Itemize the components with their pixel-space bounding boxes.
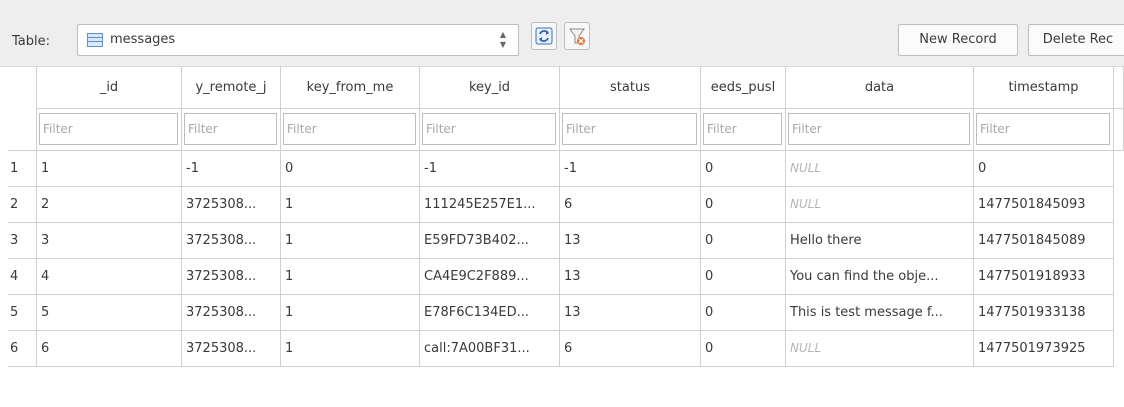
cell-timestamp[interactable]: 1477501845089: [974, 223, 1114, 259]
cell-needs-push[interactable]: 0: [701, 223, 786, 259]
cell-needs-push[interactable]: 0: [701, 187, 786, 223]
column-header-needs-push[interactable]: eeds_pusl: [701, 67, 786, 109]
cell-data[interactable]: NULL: [786, 331, 974, 367]
cell-timestamp[interactable]: 1477501845093: [974, 187, 1114, 223]
row-number[interactable]: 6: [8, 331, 37, 367]
cell-key-from-me[interactable]: 1: [281, 259, 420, 295]
cell-key-id[interactable]: 111245E257E1...: [420, 187, 560, 223]
filter-input-key-remote-jid[interactable]: [184, 113, 277, 145]
cell-status[interactable]: 13: [560, 259, 701, 295]
filter-input-timestamp[interactable]: [976, 113, 1110, 145]
filter-cell: [281, 109, 420, 151]
row-number[interactable]: 3: [8, 223, 37, 259]
cell-status[interactable]: 13: [560, 223, 701, 259]
column-header-id[interactable]: _id: [37, 67, 182, 109]
row-number[interactable]: 1: [8, 151, 37, 187]
new-record-button[interactable]: New Record: [898, 24, 1018, 56]
cell-timestamp[interactable]: 1477501918933: [974, 259, 1114, 295]
filter-cell: [786, 109, 974, 151]
refresh-icon: [535, 27, 553, 45]
cell-key-id[interactable]: call:7A00BF31...: [420, 331, 560, 367]
column-header-key-from-me[interactable]: key_from_me: [281, 67, 420, 109]
cell-key-remote-jid[interactable]: 3725308...: [182, 223, 281, 259]
cell-key-id[interactable]: CA4E9C2F889...: [420, 259, 560, 295]
row-number[interactable]: 4: [8, 259, 37, 295]
filter-input-key-id[interactable]: [422, 113, 556, 145]
filter-cell: [37, 109, 182, 151]
cell-status[interactable]: 6: [560, 331, 701, 367]
cell-key-remote-jid[interactable]: 3725308...: [182, 259, 281, 295]
clear-filter-icon: [569, 28, 585, 45]
delete-record-button[interactable]: Delete Rec: [1028, 24, 1124, 56]
refresh-button[interactable]: [531, 22, 557, 50]
cell-key-id[interactable]: E78F6C134ED...: [420, 295, 560, 331]
cell-id[interactable]: 3: [37, 223, 182, 259]
cell-needs-push[interactable]: 0: [701, 259, 786, 295]
cell-id[interactable]: 6: [37, 331, 182, 367]
cell-key-remote-jid[interactable]: -1: [182, 151, 281, 187]
filter-cell-overflow: [1114, 109, 1124, 151]
cell-key-remote-jid[interactable]: 3725308...: [182, 187, 281, 223]
grid-corner: [8, 67, 37, 151]
cell-timestamp[interactable]: 1477501933138: [974, 295, 1114, 331]
table-select[interactable]: messages ▲ ▼: [77, 24, 519, 56]
select-arrows-icon: ▲ ▼: [499, 30, 507, 49]
column-header-overflow: [1114, 67, 1124, 109]
row-number[interactable]: 2: [8, 187, 37, 223]
cell-needs-push[interactable]: 0: [701, 331, 786, 367]
cell-data[interactable]: You can find the obje...: [786, 259, 974, 295]
cell-key-id[interactable]: -1: [420, 151, 560, 187]
cell-id[interactable]: 2: [37, 187, 182, 223]
cell-data[interactable]: NULL: [786, 151, 974, 187]
toolbar: Table: messages ▲ ▼ New Record Delete Rec: [0, 0, 1124, 67]
table-label: Table:: [12, 34, 50, 49]
filter-input-status[interactable]: [562, 113, 697, 145]
cell-timestamp[interactable]: 1477501973925: [974, 331, 1114, 367]
filter-input-data[interactable]: [788, 113, 970, 145]
filter-cell: [420, 109, 560, 151]
cell-timestamp[interactable]: 0: [974, 151, 1114, 187]
cell-key-remote-jid[interactable]: 3725308...: [182, 331, 281, 367]
filter-cell: [560, 109, 701, 151]
cell-status[interactable]: -1: [560, 151, 701, 187]
filter-cell: [182, 109, 281, 151]
clear-filters-button[interactable]: [564, 22, 590, 50]
row-number[interactable]: 5: [8, 295, 37, 331]
cell-needs-push[interactable]: 0: [701, 151, 786, 187]
filter-input-key-from-me[interactable]: [283, 113, 416, 145]
filter-cell: [701, 109, 786, 151]
column-header-status[interactable]: status: [560, 67, 701, 109]
cell-needs-push[interactable]: 0: [701, 295, 786, 331]
cell-key-from-me[interactable]: 1: [281, 223, 420, 259]
cell-key-id[interactable]: E59FD73B402...: [420, 223, 560, 259]
cell-key-from-me[interactable]: 1: [281, 187, 420, 223]
cell-id[interactable]: 5: [37, 295, 182, 331]
column-header-key-remote-jid[interactable]: y_remote_j: [182, 67, 281, 109]
cell-id[interactable]: 1: [37, 151, 182, 187]
data-grid: _id y_remote_j key_from_me key_id status…: [8, 67, 1124, 407]
table-name: messages: [110, 32, 176, 47]
cell-key-from-me[interactable]: 0: [281, 151, 420, 187]
filter-input-id[interactable]: [39, 113, 178, 145]
column-header-data[interactable]: data: [786, 67, 974, 109]
cell-key-from-me[interactable]: 1: [281, 331, 420, 367]
table-icon: [87, 33, 103, 47]
filter-cell: [974, 109, 1114, 151]
cell-key-from-me[interactable]: 1: [281, 295, 420, 331]
filter-input-needs-push[interactable]: [703, 113, 782, 145]
cell-status[interactable]: 13: [560, 295, 701, 331]
column-header-key-id[interactable]: key_id: [420, 67, 560, 109]
cell-id[interactable]: 4: [37, 259, 182, 295]
cell-data[interactable]: Hello there: [786, 223, 974, 259]
cell-key-remote-jid[interactable]: 3725308...: [182, 295, 281, 331]
cell-status[interactable]: 6: [560, 187, 701, 223]
column-header-timestamp[interactable]: timestamp: [974, 67, 1114, 109]
cell-data[interactable]: NULL: [786, 187, 974, 223]
cell-data[interactable]: This is test message f...: [786, 295, 974, 331]
